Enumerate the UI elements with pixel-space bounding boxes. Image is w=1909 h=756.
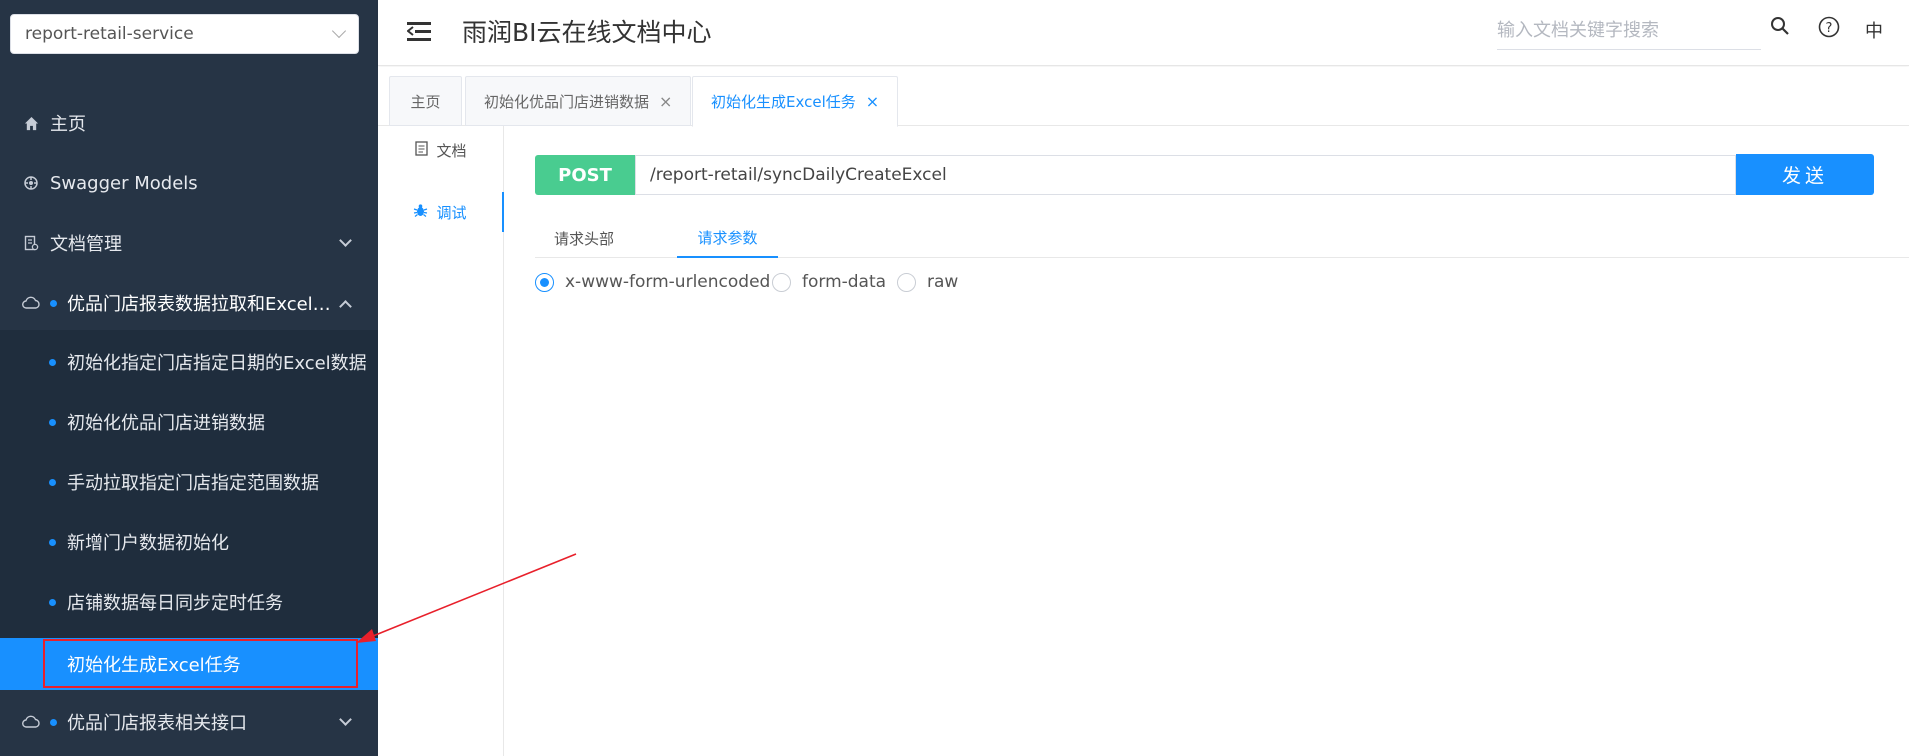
menu-dot xyxy=(50,718,57,726)
home-icon xyxy=(20,116,42,131)
sidebar-item-doc-manage[interactable]: 文档管理 xyxy=(0,213,378,273)
tab-label: 主页 xyxy=(410,92,441,111)
submenu-item[interactable]: 初始化优品门店进销数据 xyxy=(0,392,378,452)
cloud-icon xyxy=(20,715,42,729)
chevron-down-icon xyxy=(331,23,347,39)
app-root: report-retail-service 主页 Swagger Models … xyxy=(0,0,1909,756)
menu-toggle-icon[interactable] xyxy=(407,20,431,42)
tab-bar: 主页 初始化优品门店进销数据 × 初始化生成Excel任务 × xyxy=(378,67,1909,127)
sidebar-item-label: 主页 xyxy=(50,114,86,135)
document-icon xyxy=(415,140,429,160)
request-subtabs: 请求头部 请求参数 xyxy=(535,218,1909,258)
models-icon xyxy=(20,175,42,191)
submenu-item-label: 店铺数据每日同步定时任务 xyxy=(67,593,283,614)
svg-text:?: ? xyxy=(1826,21,1833,36)
menu-dot xyxy=(49,598,56,606)
tab-init-sales-data[interactable]: 初始化优品门店进销数据 × xyxy=(465,76,692,126)
language-switch[interactable]: 中 xyxy=(1865,17,1883,43)
radio-circle xyxy=(772,272,791,292)
radio-raw[interactable]: raw xyxy=(897,272,958,292)
page-title: 雨润BI云在线文档中心 xyxy=(462,18,712,47)
sidebar-item-report-api[interactable]: 优品门店报表相关接口 xyxy=(0,692,378,752)
submenu-item-label: 手动拉取指定门店指定范围数据 xyxy=(67,473,319,494)
search-icon[interactable] xyxy=(1770,16,1790,41)
header: 雨润BI云在线文档中心 输入文档关键字搜索 ? 中 xyxy=(378,0,1909,66)
url-input[interactable]: /report-retail/syncDailyCreateExcel xyxy=(635,155,1736,195)
help-icon[interactable]: ? xyxy=(1818,16,1840,43)
radio-circle xyxy=(535,272,554,292)
radio-label: raw xyxy=(927,272,959,292)
radio-x-www-form-urlencoded[interactable]: x-www-form-urlencoded xyxy=(535,272,770,292)
submenu-item[interactable]: 手动拉取指定门店指定范围数据 xyxy=(0,452,378,512)
cloud-icon xyxy=(20,296,42,310)
close-icon[interactable]: × xyxy=(866,92,879,111)
radio-circle xyxy=(897,272,916,292)
sidebar-item-excel-group[interactable]: 优品门店报表数据拉取和Excel… xyxy=(0,273,378,333)
sidebar-item-label: 优品门店报表数据拉取和Excel… xyxy=(67,294,331,315)
submenu-item-label: 初始化指定门店指定日期的Excel数据 xyxy=(67,353,367,374)
submenu-item[interactable]: 店铺数据每日同步定时任务 xyxy=(0,572,378,632)
http-method-badge: POST xyxy=(535,155,635,195)
radio-label: x-www-form-urlencoded xyxy=(565,272,771,292)
menu-dot xyxy=(49,538,56,546)
sidebar: report-retail-service 主页 Swagger Models … xyxy=(0,0,378,756)
annotation-highlight-box xyxy=(43,639,358,688)
submenu-item[interactable]: 初始化指定门店指定日期的Excel数据 xyxy=(0,332,378,392)
docnav-label: 文档 xyxy=(436,141,467,160)
send-button[interactable]: 发送 xyxy=(1736,154,1874,195)
submenu-item-label: 新增门户数据初始化 xyxy=(67,533,229,554)
submenu-item[interactable]: 新增门户数据初始化 xyxy=(0,512,378,572)
radio-form-data[interactable]: form-data xyxy=(772,272,886,292)
menu-dot xyxy=(49,358,56,366)
sidebar-item-label: 文档管理 xyxy=(50,234,122,255)
submenu-item-label: 初始化优品门店进销数据 xyxy=(67,413,265,434)
service-select[interactable]: report-retail-service xyxy=(10,14,359,54)
close-icon[interactable]: × xyxy=(659,92,672,111)
sidebar-item-label: Swagger Models xyxy=(50,172,198,194)
docnav-item-debug[interactable]: 调试 xyxy=(378,192,504,232)
tab-label: 初始化生成Excel任务 xyxy=(711,93,856,111)
sidebar-item-swagger-models[interactable]: Swagger Models xyxy=(0,153,378,213)
sidebar-item-home[interactable]: 主页 xyxy=(0,93,378,153)
menu-dot xyxy=(49,418,56,426)
chevron-down-icon xyxy=(339,233,352,247)
tab-label: 初始化优品门店进销数据 xyxy=(484,92,650,111)
menu-dot xyxy=(50,299,57,307)
docnav-label: 调试 xyxy=(436,203,467,222)
bug-icon xyxy=(413,203,428,222)
tab-init-excel-task[interactable]: 初始化生成Excel任务 × xyxy=(692,76,899,127)
radio-label: form-data xyxy=(802,272,887,292)
chevron-up-icon xyxy=(339,299,352,313)
search-input[interactable]: 输入文档关键字搜索 xyxy=(1497,12,1761,50)
menu-dot xyxy=(49,478,56,486)
doc-side-nav: 文档 调试 xyxy=(378,126,504,756)
document-manage-icon xyxy=(20,235,42,251)
docnav-item-doc[interactable]: 文档 xyxy=(378,130,504,170)
tab-request-params[interactable]: 请求参数 xyxy=(677,218,778,258)
sidebar-item-label: 优品门店报表相关接口 xyxy=(67,713,247,734)
chevron-down-icon xyxy=(339,712,352,726)
service-select-value: report-retail-service xyxy=(25,24,194,44)
tab-request-headers[interactable]: 请求头部 xyxy=(535,218,633,258)
tab-home[interactable]: 主页 xyxy=(389,76,462,126)
